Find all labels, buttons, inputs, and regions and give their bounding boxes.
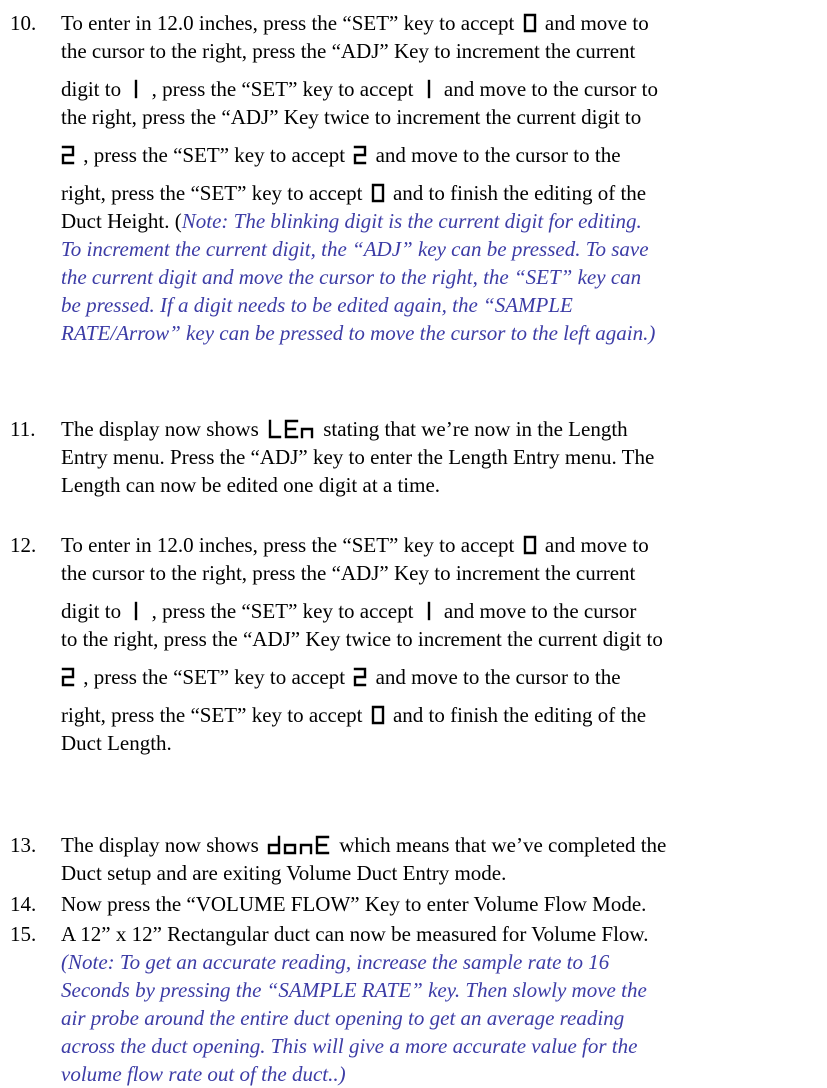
note-text: be pressed. If a digit needs to be edite…: [61, 293, 573, 317]
seven-seg-two-icon: [61, 667, 75, 687]
step-text: digit to: [61, 77, 122, 101]
step-number: 14.: [10, 892, 37, 916]
seven-seg-one-icon: [129, 79, 143, 99]
step-text: and move to: [544, 11, 649, 35]
step-text: and move to the cursor: [443, 599, 637, 623]
step-text: and to finish the editing of the: [392, 181, 647, 205]
step-number: 10.: [10, 11, 37, 35]
note-text: (Note: To get an accurate reading, incre…: [61, 950, 610, 974]
step-number: 11.: [10, 417, 36, 441]
seven-seg-one-icon: [422, 601, 436, 621]
step-text: to the right, press the “ADJ” Key twice …: [61, 627, 663, 651]
step-text: and move to the cursor to the: [375, 665, 621, 689]
step-text: To enter in 12.0 inches, press the “SET”…: [61, 11, 515, 35]
note-text: air probe around the entire duct opening…: [61, 1006, 625, 1030]
seven-seg-zero-icon: [523, 535, 537, 555]
step-text: digit to: [61, 599, 122, 623]
step-text: Duct setup and are exiting Volume Duct E…: [61, 861, 507, 885]
step-text: the cursor to the right, press the “ADJ”…: [61, 561, 636, 585]
note-text: volume flow rate out of the duct..): [61, 1062, 346, 1086]
seven-seg-one-icon: [129, 601, 143, 621]
seven-seg-len-icon: [267, 419, 315, 439]
step-number: 15.: [10, 922, 37, 946]
step-text: , press the “SET” key to accept: [151, 599, 414, 623]
step-text: Now press the “VOLUME FLOW” Key to enter…: [61, 892, 647, 916]
step-text: The display now shows: [61, 833, 259, 857]
step-text: right, press the “SET” key to accept: [61, 703, 363, 727]
seven-seg-done-icon: [267, 835, 331, 855]
seven-seg-zero-icon: [371, 705, 385, 725]
step-text: and to finish the editing of the: [392, 703, 647, 727]
step-text: and move to: [544, 533, 649, 557]
step-number: 12.: [10, 533, 37, 557]
step-text: stating that we’re now in the Length: [323, 417, 628, 441]
step-text: right, press the “SET” key to accept: [61, 181, 363, 205]
step-text: which means that we’ve completed the: [339, 833, 667, 857]
note-text: the current digit and move the cursor to…: [61, 265, 642, 289]
step-text: To enter in 12.0 inches, press the “SET”…: [61, 533, 515, 557]
note-text: Note: The blinking digit is the current …: [181, 209, 642, 233]
seven-seg-two-icon: [353, 667, 367, 687]
step-text: and move to the cursor to: [443, 77, 658, 101]
step-text: Length can now be edited one digit at a …: [61, 473, 441, 497]
note-text: Seconds by pressing the “SAMPLE RATE” ke…: [61, 978, 647, 1002]
step-text: , press the “SET” key to accept: [151, 77, 414, 101]
step-text: , press the “SET” key to accept: [83, 143, 346, 167]
step-text: the right, press the “ADJ” Key twice to …: [61, 105, 642, 129]
step-text: Duct Height. (: [61, 209, 182, 233]
seven-seg-two-icon: [353, 145, 367, 165]
step-number: 13.: [10, 833, 37, 857]
step-text: The display now shows: [61, 417, 259, 441]
step-text: , press the “SET” key to accept: [83, 665, 346, 689]
step-text: and move to the cursor to the: [375, 143, 621, 167]
note-text: across the duct opening. This will give …: [61, 1034, 638, 1058]
step-text: A 12” x 12” Rectangular duct can now be …: [61, 922, 649, 946]
note-text: RATE/Arrow” key can be pressed to move t…: [61, 321, 656, 345]
step-text: Duct Length.: [61, 731, 172, 755]
note-text: To increment the current digit, the “ADJ…: [61, 237, 649, 261]
seven-seg-one-icon: [422, 79, 436, 99]
step-text: the cursor to the right, press the “ADJ”…: [61, 39, 636, 63]
seven-seg-zero-icon: [371, 183, 385, 203]
seven-seg-zero-icon: [523, 13, 537, 33]
seven-seg-two-icon: [61, 145, 75, 165]
step-text: Entry menu. Press the “ADJ” key to enter…: [61, 445, 655, 469]
